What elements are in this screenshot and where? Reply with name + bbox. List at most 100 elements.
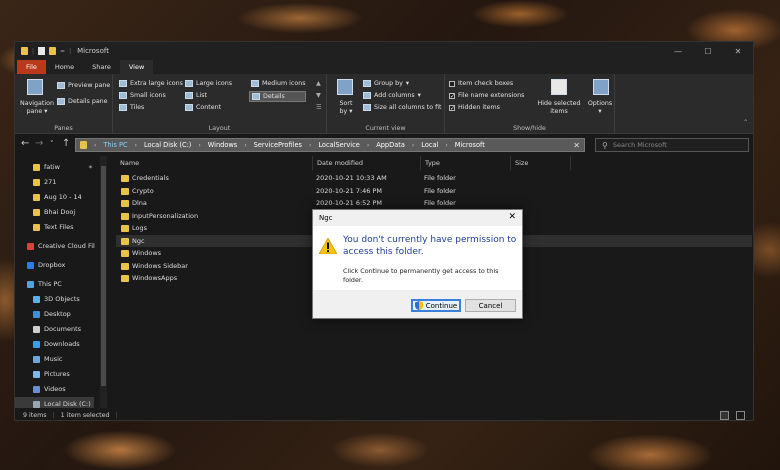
file-name-extensions-toggle[interactable]: ✓ File name extensions [449,92,524,99]
collapse-ribbon-icon[interactable]: ⌃ [743,119,748,126]
breadcrumb-local[interactable]: Local [421,141,438,149]
table-row[interactable]: Credentials 2020-10-21 10:33 AM File folde… [116,172,752,185]
nav-item-videos[interactable]: Videos [15,382,66,396]
continue-button[interactable]: Continue [411,299,461,312]
nav-item-creative-cloud-fil[interactable]: Creative Cloud Fil [15,239,95,253]
maximize-button[interactable]: ☐ [693,42,723,60]
navigation-pane-button[interactable]: Navigation pane ▾ [19,100,55,116]
tab-file[interactable]: File [17,60,46,74]
nav-item-desktop[interactable]: Desktop [15,307,71,321]
nav-item-bhai-dooj[interactable]: Bhai Dooj [15,205,75,219]
nav-item-music[interactable]: Music [15,352,63,366]
back-button[interactable]: ← [21,138,29,149]
add-columns-button[interactable]: Add columns ▾ [363,92,421,99]
scrollbar-thumb[interactable] [101,166,106,386]
nav-item-aug-10-14[interactable]: Aug 10 - 14 [15,190,82,204]
item-check-boxes-checkbox[interactable] [449,80,455,87]
nav-item-label: Bhai Dooj [44,208,76,216]
nav-item-documents[interactable]: Documents [15,322,81,336]
nav-item-label: Aug 10 - 14 [44,193,82,201]
tab-view[interactable]: View [119,60,154,74]
options-button[interactable]: Options ▾ [585,100,615,116]
ribbon-tabs: File Home Share View [15,60,753,74]
nav-item-downloads[interactable]: Downloads [15,337,80,351]
details-pane-button[interactable]: Details pane [57,98,108,105]
layout-small-icons[interactable]: Small icons [119,92,166,99]
item-check-boxes-toggle[interactable]: Item check boxes [449,80,513,87]
search-box[interactable]: ⚲ Search Microsoft [595,138,749,152]
layout-scroll-up[interactable]: ▲ [316,80,321,87]
music-icon [33,355,40,363]
folder-icon [121,250,129,257]
show-hide-group: Item check boxes ✓ File name extensions ✓… [445,74,615,134]
nav-item-label: This PC [38,280,62,288]
layout-list[interactable]: List [185,92,207,99]
properties-icon[interactable] [38,47,46,55]
close-icon[interactable]: ✕ [573,141,580,150]
breadcrumb-local-disk[interactable]: Local Disk (C:) [144,141,191,149]
ribbon: Navigation pane ▾ Preview pane Details p… [15,74,753,134]
hide-selected-icon [551,79,567,95]
breadcrumb-localservice[interactable]: LocalService [318,141,359,149]
column-header-type[interactable]: Type [421,156,511,170]
breadcrumb-serviceprofiles[interactable]: ServiceProfiles [254,141,302,149]
table-row[interactable]: Crypto 2020-10-21 7:46 PM File folder [116,185,752,198]
layout-expand[interactable]: ☰ [316,104,322,111]
nav-item-pictures[interactable]: Pictures [15,367,70,381]
navigation-scrollbar[interactable] [100,156,107,408]
hidden-items-toggle[interactable]: ✓ Hidden items [449,104,500,111]
group-by-button[interactable]: Group by ▾ [363,80,409,87]
column-header-date[interactable]: Date modified [313,156,421,170]
breadcrumb-appdata[interactable]: AppData [376,141,405,149]
large-icons-view-toggle[interactable] [736,410,745,420]
dialog-body: You don't currently have permission to a… [313,226,522,290]
breadcrumb-windows[interactable]: Windows [208,141,237,149]
extra-large-icons-icon [119,80,127,87]
minimize-button[interactable]: — [663,42,693,60]
layout-scroll-down[interactable]: ▼ [316,92,321,99]
hidden-items-checkbox[interactable]: ✓ [449,104,455,111]
table-row[interactable]: Dlna 2020-10-21 6:52 PM File folder [116,197,752,210]
dialog-close-button[interactable]: ✕ [508,212,516,222]
nav-item-271[interactable]: 271 [15,175,56,189]
breadcrumb-this-pc[interactable]: This PC [103,141,127,149]
file-name-extensions-checkbox[interactable]: ✓ [449,92,455,99]
nav-item-dropbox[interactable]: Dropbox [15,258,65,272]
layout-content[interactable]: Content [185,104,221,111]
address-bar[interactable]: › This PC › Local Disk (C:) › Windows › … [75,138,585,152]
nav-item-3d-objects[interactable]: 3D Objects [15,292,80,306]
medium-icons-icon [251,80,259,87]
layout-extra-large-icons[interactable]: Extra large icons [119,80,183,87]
nav-item-text-files[interactable]: Text Files [15,220,73,234]
details-view-toggle[interactable] [720,410,729,420]
size-all-columns-button[interactable]: Size all columns to fit [363,104,442,111]
pin-icon[interactable]: ✶ [88,164,93,171]
nav-item-fatiw[interactable]: fatiw ✶ [15,160,93,174]
tab-home[interactable]: Home [46,60,83,74]
column-header-name[interactable]: Name [116,156,313,170]
sort-by-button[interactable]: Sort by ▾ [336,100,356,116]
layout-medium-icons[interactable]: Medium icons [251,80,306,87]
tab-share[interactable]: Share [83,60,120,74]
layout-tiles[interactable]: Tiles [119,104,144,111]
layout-details[interactable]: Details [249,91,306,102]
nav-item-label: Pictures [44,370,70,378]
computer-icon [27,280,34,288]
nav-item-local-disk-c[interactable]: Local Disk (C:) [15,397,94,408]
close-button[interactable]: ✕ [723,42,753,60]
hide-selected-items-button[interactable]: Hide selected items [533,100,585,116]
nav-item-this-pc[interactable]: This PC [15,277,62,291]
folder-icon [121,237,129,245]
forward-button[interactable]: → [35,138,43,149]
cancel-button[interactable]: Cancel [465,299,516,312]
breadcrumb-microsoft[interactable]: Microsoft [455,141,485,149]
column-header-size[interactable]: Size [511,156,571,170]
recent-locations-button[interactable]: ˅ [50,140,54,148]
up-button[interactable]: ↑ [62,138,70,149]
folder-icon [33,193,40,201]
preview-pane-button[interactable]: Preview pane [57,82,110,89]
layout-large-icons[interactable]: Large icons [185,80,232,87]
new-folder-icon[interactable] [49,47,57,55]
customize-quick-access-icon[interactable]: = [60,48,65,55]
dialog-title: Ngc [319,214,333,222]
